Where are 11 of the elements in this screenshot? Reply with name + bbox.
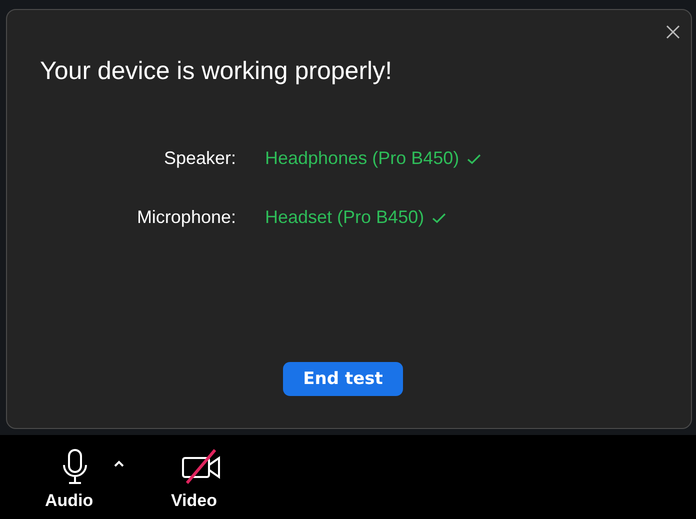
device-name: Headset (Pro B450): [265, 207, 424, 228]
close-icon[interactable]: [665, 24, 681, 40]
toolbar-label: Video: [171, 491, 217, 511]
toolbar-label: Audio: [45, 491, 94, 511]
caret-icon[interactable]: [113, 460, 125, 468]
camera-off-icon[interactable]: [181, 447, 221, 487]
device-label: Microphone:: [136, 207, 236, 228]
device-label: Speaker:: [162, 148, 236, 169]
device-name: Headphones (Pro B450): [265, 148, 460, 169]
dialog-title: Your device is working properly!: [40, 57, 394, 86]
end-test-button[interactable]: End test: [283, 362, 403, 396]
